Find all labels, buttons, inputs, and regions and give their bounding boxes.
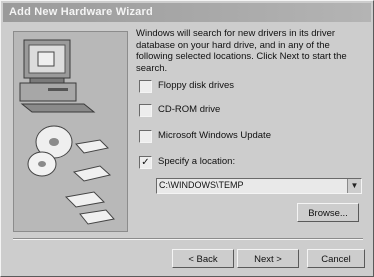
specify-location-checkbox[interactable]: ✓ — [139, 156, 152, 169]
windows-update-checkbox[interactable] — [139, 130, 152, 143]
floppy-option[interactable]: Floppy disk drives — [139, 79, 359, 95]
dropdown-arrow-icon[interactable]: ▼ — [347, 179, 361, 193]
cancel-button[interactable]: Cancel — [307, 249, 365, 268]
browse-button[interactable]: Browse... — [297, 203, 359, 222]
separator — [13, 238, 363, 240]
floppy-label: Floppy disk drives — [158, 80, 235, 91]
specify-location-option[interactable]: ✓ Specify a location: — [139, 155, 359, 171]
window-title: Add New Hardware Wizard — [9, 6, 153, 18]
next-button[interactable]: Next > — [237, 249, 299, 268]
wizard-window: Add New Hardware Wizard Windows will sea… — [0, 0, 374, 277]
cdrom-checkbox[interactable] — [139, 104, 152, 117]
windows-update-label: Microsoft Windows Update — [158, 130, 271, 141]
floppy-checkbox[interactable] — [139, 80, 152, 93]
back-button[interactable]: < Back — [172, 249, 234, 268]
wizard-illustration — [13, 31, 128, 232]
windows-update-option[interactable]: Microsoft Windows Update — [139, 129, 359, 145]
specify-location-label: Specify a location: — [158, 156, 236, 167]
location-value: C:\WINDOWS\TEMP — [159, 180, 244, 190]
location-combobox[interactable]: C:\WINDOWS\TEMP ▼ — [156, 178, 362, 194]
cdrom-label: CD-ROM drive — [158, 104, 221, 115]
intro-text: Windows will search for new drivers in i… — [136, 28, 347, 74]
title-bar: Add New Hardware Wizard — [3, 3, 371, 22]
cdrom-option[interactable]: CD-ROM drive — [139, 103, 359, 119]
computer-cd-illustration-icon — [19, 39, 115, 225]
